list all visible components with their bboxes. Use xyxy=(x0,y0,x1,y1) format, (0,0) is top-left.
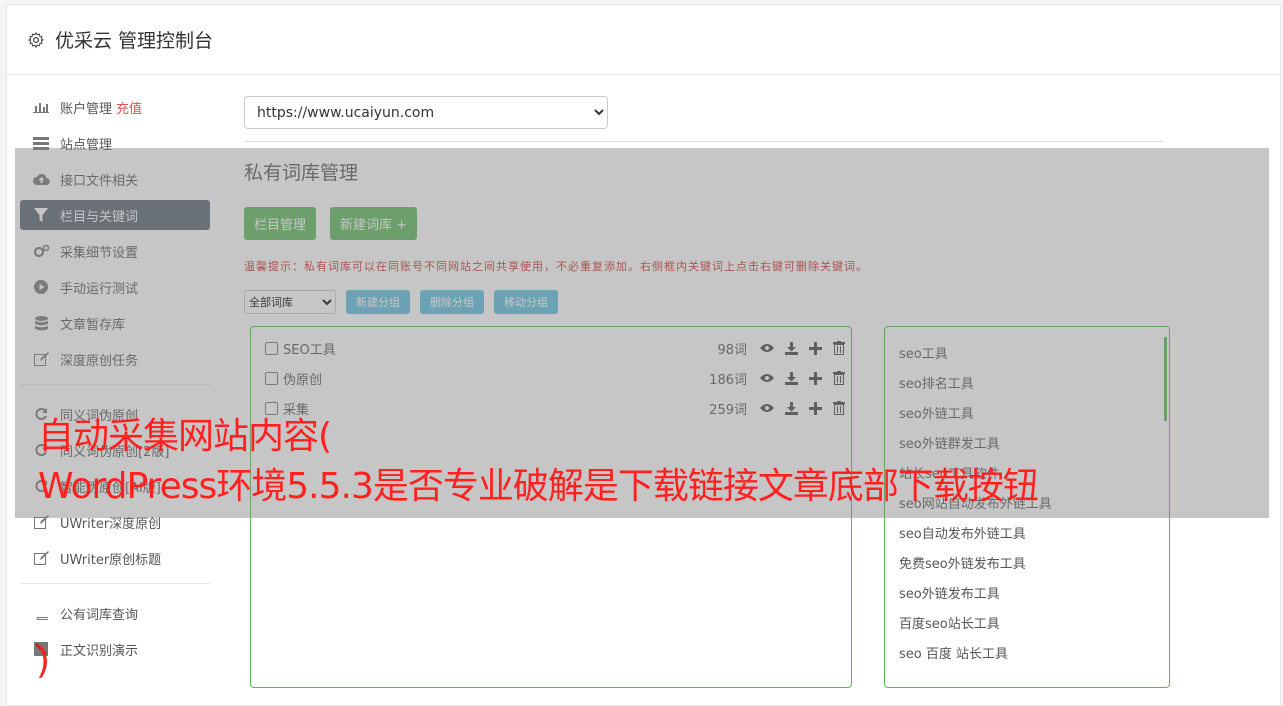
keyword-item[interactable]: seo 百度 站长工具 xyxy=(885,637,1169,667)
gear-icon xyxy=(27,31,45,49)
sidebar-item-uwriter-title[interactable]: UWriter原创标题 xyxy=(20,543,210,573)
site-select[interactable]: https://www.ucaiyun.com xyxy=(244,96,608,129)
overlay-line-1: 自动采集网站内容( xyxy=(38,416,332,457)
edit-icon xyxy=(32,551,50,565)
recharge-link[interactable]: 充值 xyxy=(116,98,142,117)
top-bar: 优采云 管理控制台 xyxy=(7,5,1280,75)
book-icon xyxy=(32,606,50,620)
keyword-item[interactable]: 百度seo站长工具 xyxy=(885,607,1169,637)
overlay-caption: 自动采集网站内容( WordPress环境5.5.3是否专业破解是下载链接文章底… xyxy=(36,412,1278,682)
bar-chart-icon xyxy=(32,100,50,114)
sidebar-item-label: 账户管理 xyxy=(60,101,113,117)
keyword-item[interactable]: seo外链发布工具 xyxy=(885,577,1169,607)
sidebar-item-label: 正文识别演示 xyxy=(60,643,139,659)
divider xyxy=(244,141,1164,142)
sidebar-divider xyxy=(20,583,210,584)
keyword-item[interactable]: seo自动发布外链工具 xyxy=(885,517,1169,547)
sidebar-item-public-lib[interactable]: 公有词库查询 xyxy=(20,598,210,628)
overlay-line-2: WordPress环境5.5.3是否专业破解是下载链接文章底部下载按钮 xyxy=(38,466,1039,507)
overlay-line-3: ) xyxy=(36,641,50,682)
sidebar-item-label: UWriter原创标题 xyxy=(60,552,162,568)
keyword-item[interactable]: 免费seo外链发布工具 xyxy=(885,547,1169,577)
sidebar-item-account[interactable]: 账户管理 充值 xyxy=(20,92,210,122)
sidebar-item-label: 公有词库查询 xyxy=(60,607,139,623)
app-title: 优采云 管理控制台 xyxy=(55,30,214,52)
